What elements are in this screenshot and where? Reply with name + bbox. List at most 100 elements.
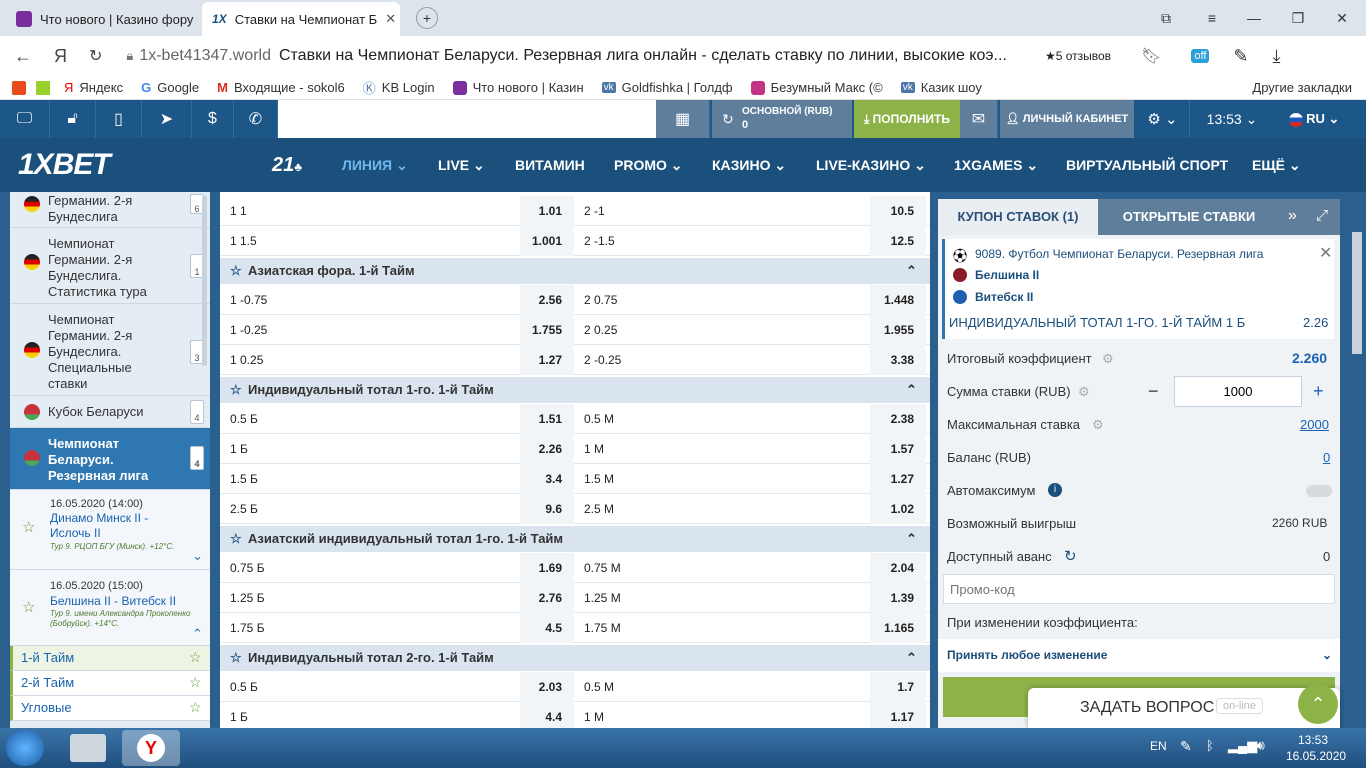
gear-icon[interactable]: ⚙ bbox=[1102, 342, 1114, 375]
outcome-2-label[interactable]: 2.5 М bbox=[584, 494, 614, 524]
outcome-1-label[interactable]: 1.5 Б bbox=[230, 464, 258, 494]
outcome-2-label[interactable]: 2 -1 bbox=[584, 196, 605, 226]
browser-tab-active[interactable]: 1X Ставки на Чемпионат Б ✕ bbox=[202, 2, 400, 36]
phone-icon[interactable]: ✆ bbox=[234, 100, 278, 138]
outcome-2-label[interactable]: 2 -0.25 bbox=[584, 345, 621, 375]
outcome-2-label[interactable]: 1 М bbox=[584, 702, 604, 728]
tab-coupon[interactable]: КУПОН СТАВОК (1) bbox=[938, 199, 1098, 235]
new-tab-button[interactable]: + bbox=[416, 7, 438, 29]
outcome-2-odds[interactable]: 1.39 bbox=[870, 583, 914, 613]
favorite-star-icon[interactable]: ☆ bbox=[230, 645, 242, 671]
outcome-1-label[interactable]: 1 -0.25 bbox=[230, 315, 267, 345]
outcome-1-odds[interactable]: 2.26 bbox=[520, 434, 562, 464]
refresh-icon[interactable]: ↻ bbox=[1064, 540, 1077, 573]
taskbar-yandex[interactable]: Y bbox=[122, 730, 180, 766]
mobile-icon[interactable]: ▯ bbox=[96, 100, 142, 138]
outcome-2-odds[interactable]: 1.448 bbox=[870, 285, 914, 315]
period-item-first-half[interactable]: 1-й Тайм ☆ bbox=[10, 646, 210, 671]
url-domain[interactable]: 1x-bet41347.world bbox=[139, 47, 271, 65]
personal-cabinet-button[interactable]: 👤︎ ЛИЧНЫЙ КАБИНЕТ bbox=[1000, 100, 1134, 138]
period-item-corners[interactable]: Угловые ☆ bbox=[10, 696, 210, 721]
outcome-1-label[interactable]: 1.75 Б bbox=[230, 613, 265, 643]
favorite-star-icon[interactable]: ☆ bbox=[189, 699, 202, 715]
refresh-icon[interactable]: ↻ bbox=[722, 111, 734, 128]
outcome-2-odds[interactable]: 2.04 bbox=[870, 553, 914, 583]
bluetooth-icon[interactable]: ᛒ bbox=[1206, 738, 1214, 753]
tab-open-bets[interactable]: ОТКРЫТЫЕ СТАВКИ bbox=[1114, 199, 1264, 235]
remove-bet-icon[interactable]: ✕ bbox=[1319, 243, 1332, 263]
input-language[interactable]: EN bbox=[1150, 739, 1167, 753]
outcome-2-odds[interactable]: 1.02 bbox=[870, 494, 914, 524]
stake-input[interactable] bbox=[1174, 376, 1302, 407]
outcome-2-odds[interactable]: 1.955 bbox=[870, 315, 914, 345]
sidebar-league-item-active[interactable]: Чемпионат Беларуси. Резервная лига 4 bbox=[10, 428, 210, 490]
bookmark-icon[interactable]: 🔖︎ bbox=[1141, 46, 1161, 66]
chevron-up-icon[interactable]: ⌃ bbox=[906, 645, 917, 671]
league-count[interactable]: 4 bbox=[190, 400, 204, 424]
clock-date[interactable]: 16.05.2020 bbox=[1286, 749, 1346, 763]
extension-icon[interactable]: ✎ bbox=[1233, 46, 1248, 67]
bookmark-casino[interactable]: Что нового | Казин bbox=[452, 80, 584, 95]
mail-service-icon[interactable] bbox=[12, 80, 26, 95]
windows-start-icon[interactable] bbox=[6, 730, 44, 766]
match-teams[interactable]: Белшина II - Витебск II bbox=[50, 593, 190, 609]
extension-tile-icon[interactable] bbox=[36, 80, 50, 95]
volume-icon[interactable]: 🔊︎ bbox=[1256, 737, 1265, 754]
1xbet-logo[interactable]: 1XBET bbox=[18, 138, 111, 192]
balance-value[interactable]: 0 bbox=[1323, 441, 1330, 474]
chat-widget[interactable]: ЗАДАТЬ ВОПРОС on-line ⌃ bbox=[1028, 684, 1340, 728]
outcome-2-label[interactable]: 1 М bbox=[584, 434, 604, 464]
outcome-2-label[interactable]: 2 -1.5 bbox=[584, 226, 615, 256]
outcome-1-odds[interactable]: 2.03 bbox=[520, 672, 562, 702]
outcome-1-odds[interactable]: 4.4 bbox=[520, 702, 562, 728]
outcome-2-label[interactable]: 2 0.75 bbox=[584, 285, 617, 315]
browser-tab-casino[interactable]: Что нового | Казино фору bbox=[6, 2, 196, 36]
nav-promo[interactable]: PROMO ⌄ bbox=[614, 138, 683, 192]
outcome-2-odds[interactable]: 1.7 bbox=[870, 672, 914, 702]
clock-time[interactable]: 13:53 bbox=[1298, 733, 1328, 747]
outcome-1-odds[interactable]: 2.76 bbox=[520, 583, 562, 613]
match-teams[interactable]: Динамо Минск II - Ислочь II bbox=[50, 511, 180, 541]
dollar-icon[interactable]: $ bbox=[192, 100, 234, 138]
outcome-2-odds[interactable]: 2.38 bbox=[870, 404, 914, 434]
gear-icon[interactable]: ⚙ bbox=[1078, 375, 1090, 408]
outcome-2-odds[interactable]: 3.38 bbox=[870, 345, 914, 375]
sidebar-scrollbar[interactable] bbox=[202, 196, 207, 366]
pen-icon[interactable]: ✎ bbox=[1180, 738, 1192, 755]
double-chevron-icon[interactable]: » bbox=[1288, 207, 1297, 225]
outcome-1-label[interactable]: 1 Б bbox=[230, 702, 248, 728]
download-icon[interactable]: ⤓ bbox=[1273, 46, 1281, 67]
qr-code-icon[interactable]: ▦ bbox=[656, 100, 710, 138]
outcome-1-odds[interactable]: 3.4 bbox=[520, 464, 562, 494]
chevron-up-icon[interactable]: ⌃ bbox=[906, 258, 917, 284]
promo-code-input[interactable] bbox=[943, 574, 1335, 604]
favorite-star-icon[interactable]: ☆ bbox=[189, 674, 202, 690]
outcome-2-odds[interactable]: 1.57 bbox=[870, 434, 914, 464]
reload-icon[interactable]: ↻ bbox=[89, 46, 102, 66]
favorite-star-icon[interactable]: ☆ bbox=[230, 526, 242, 552]
outcome-1-label[interactable]: 1.25 Б bbox=[230, 583, 265, 613]
favorite-star-icon[interactable]: ☆ bbox=[230, 377, 242, 403]
favorite-star-icon[interactable]: ☆ bbox=[22, 600, 35, 616]
automax-toggle[interactable] bbox=[1306, 485, 1332, 497]
nav-more[interactable]: ЕЩЁ ⌄ bbox=[1252, 138, 1301, 192]
favorite-star-icon[interactable]: ☆ bbox=[230, 258, 242, 284]
telegram-icon[interactable]: ➤ bbox=[142, 100, 192, 138]
adblock-off-icon[interactable]: off bbox=[1191, 49, 1210, 63]
max-stake-value[interactable]: 2000 bbox=[1300, 408, 1329, 441]
sidebar-league-item[interactable]: Германии. 2-я Бундеслига 6 bbox=[10, 192, 210, 228]
bookmark-google[interactable]: G Google bbox=[141, 80, 199, 95]
desktop-icon[interactable]: 🖵︎ bbox=[0, 100, 50, 138]
favorite-star-icon[interactable]: ☆ bbox=[189, 649, 202, 665]
chevron-down-icon[interactable]: ⌄ bbox=[192, 548, 203, 564]
gear-icon[interactable]: ⚙ bbox=[1092, 408, 1104, 441]
sidebar-league-item[interactable]: Кубок Беларуси 4 bbox=[10, 396, 210, 428]
decrease-stake-button[interactable]: − bbox=[1148, 375, 1159, 408]
balance-widget[interactable]: ↻ ОСНОВНОЙ (RUB) 0 bbox=[712, 100, 852, 138]
league-count[interactable]: 4 bbox=[190, 446, 204, 470]
outcome-1-odds[interactable]: 1.27 bbox=[520, 345, 562, 375]
nav-live[interactable]: LIVE ⌄ bbox=[438, 138, 485, 192]
other-bookmarks[interactable]: Другие закладки bbox=[1252, 80, 1352, 95]
odds-change-select[interactable]: Принять любое изменение ⌄ bbox=[938, 639, 1340, 672]
signal-icon[interactable]: ▂▄▆ bbox=[1228, 738, 1257, 754]
